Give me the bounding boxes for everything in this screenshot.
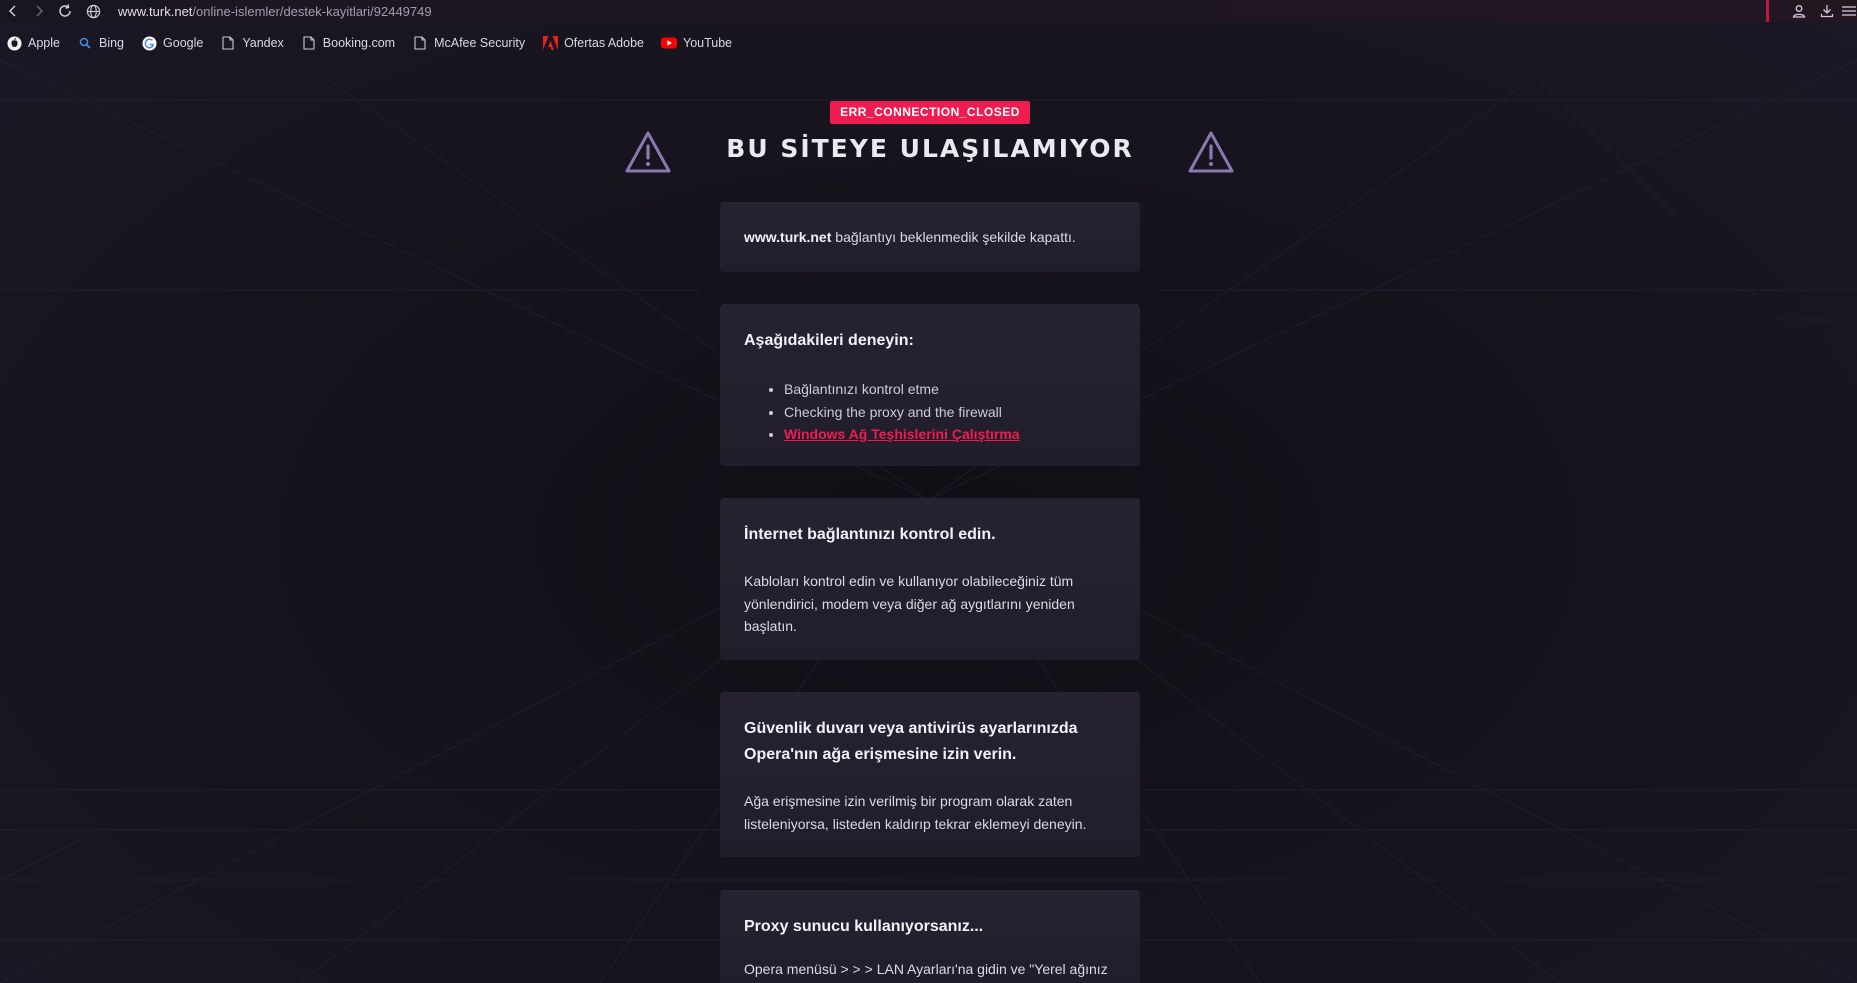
- list-item: Bağlantınızı kontrol etme: [784, 378, 1116, 401]
- warning-icon: [1187, 130, 1235, 179]
- error-domain: www.turk.net: [744, 229, 832, 245]
- bookmark-google[interactable]: Google: [141, 35, 203, 51]
- reload-button[interactable]: [52, 0, 78, 22]
- proxy-text: Opera menüsü > > > LAN Ayarları'na gidin…: [744, 961, 1108, 977]
- list-item: Windows Ağ Teşhislerini Çalıştırma: [784, 423, 1116, 446]
- google-icon: [141, 35, 157, 51]
- bookmark-booking[interactable]: Booking.com: [301, 35, 395, 51]
- forward-button[interactable]: [26, 0, 52, 22]
- page-icon: [301, 35, 317, 51]
- bookmark-apple[interactable]: Apple: [6, 35, 60, 51]
- download-icon: [1820, 5, 1834, 18]
- proxy-card: Proxy sunucu kullanıyorsanız... Opera me…: [720, 890, 1140, 983]
- bookmark-label: Google: [163, 36, 204, 50]
- bookmark-label: McAfee Security: [434, 36, 526, 50]
- suggestions-heading: Aşağıdakileri deneyin:: [744, 332, 914, 349]
- address-bar: www.turk.net/online-islemler/destek-kayi…: [0, 0, 1857, 22]
- search-icon: [77, 35, 93, 51]
- error-message-text: bağlantıyı beklenmedik şekilde kapattı.: [831, 229, 1076, 245]
- proxy-heading: Proxy sunucu kullanıyorsanız...: [744, 918, 984, 935]
- bookmark-bing[interactable]: Bing: [77, 35, 124, 51]
- youtube-icon: [661, 35, 677, 51]
- internet-check-card: İnternet bağlantınızı kontrol edin. Kabl…: [720, 498, 1140, 660]
- bookmark-youtube[interactable]: YouTube: [661, 35, 732, 51]
- bookmark-label: Apple: [28, 36, 60, 50]
- error-message-card: www.turk.net bağlantıyı beklenmedik şeki…: [720, 202, 1140, 272]
- url-path: /online-islemler/destek-kayitlari/924497…: [192, 3, 432, 19]
- toolbar-right: [1766, 0, 1857, 22]
- easy-setup-button[interactable]: [1841, 0, 1857, 22]
- bookmark-label: Booking.com: [322, 36, 396, 50]
- forward-arrow-icon: [36, 5, 44, 17]
- network-diagnostics-link[interactable]: Windows Ağ Teşhislerini Çalıştırma: [784, 426, 1020, 442]
- settings-sliders-icon: [1842, 6, 1856, 16]
- bookmark-adobe[interactable]: Ofertas Adobe: [542, 35, 644, 51]
- profile-button[interactable]: [1785, 0, 1813, 22]
- back-button[interactable]: [0, 0, 26, 22]
- divider: [1766, 0, 1769, 22]
- back-arrow-icon: [8, 5, 16, 17]
- suggestions-card: Aşağıdakileri deneyin: Bağlantınızı kont…: [720, 304, 1140, 466]
- user-icon: [1792, 5, 1806, 18]
- bookmark-label: Bing: [98, 36, 125, 50]
- site-info-button[interactable]: [80, 0, 106, 22]
- bookmark-label: Yandex: [242, 36, 284, 50]
- url-domain: www.turk.net: [118, 3, 193, 19]
- bookmark-label: YouTube: [683, 36, 733, 50]
- bookmark-mcafee[interactable]: McAfee Security: [412, 35, 525, 51]
- apple-icon: [6, 35, 22, 51]
- firewall-text: Ağa erişmesine izin verilmiş bir program…: [744, 793, 1087, 832]
- error-code-badge: ERR_CONNECTION_CLOSED: [830, 101, 1030, 124]
- bookmark-yandex[interactable]: Yandex: [220, 35, 284, 51]
- adobe-icon: [542, 35, 558, 51]
- page-icon: [412, 35, 428, 51]
- internet-check-heading: İnternet bağlantınızı kontrol edin.: [744, 526, 996, 543]
- downloads-button[interactable]: [1813, 0, 1841, 22]
- url-field[interactable]: www.turk.net/online-islemler/destek-kayi…: [118, 4, 432, 19]
- globe-icon: [86, 4, 100, 18]
- bookmark-label: Ofertas Adobe: [564, 36, 644, 50]
- page-title: BU SİTEYE ULAŞILAMIYOR: [726, 134, 1134, 163]
- page-icon: [220, 35, 236, 51]
- reload-icon: [59, 4, 71, 17]
- firewall-card: Güvenlik duvarı veya antivirüs ayarların…: [720, 692, 1140, 857]
- list-item: Checking the proxy and the firewall: [784, 401, 1116, 424]
- error-message: www.turk.net bağlantıyı beklenmedik şeki…: [744, 226, 1116, 249]
- suggestions-list: Bağlantınızı kontrol etme Checking the p…: [744, 378, 1116, 446]
- firewall-heading: Güvenlik duvarı veya antivirüs ayarların…: [744, 720, 1078, 763]
- internet-check-text: Kabloları kontrol edin ve kullanıyor ola…: [744, 573, 1075, 634]
- bookmarks-bar: Apple Bing Google Yandex Booking.com McA…: [0, 32, 749, 54]
